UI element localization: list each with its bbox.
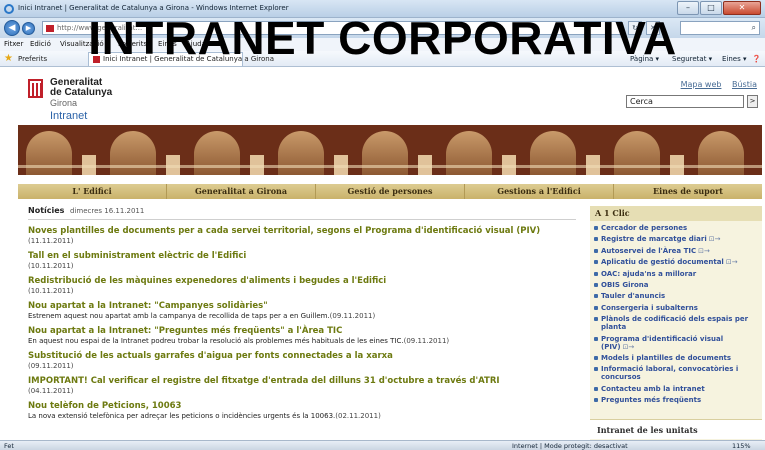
bullet-icon [594, 355, 598, 360]
logo-line-2: de Catalunya [50, 87, 113, 98]
quick-link[interactable]: Consergeria i subalterns [594, 304, 758, 312]
external-link-icon: ⊡→ [725, 258, 738, 267]
external-link-icon: ⊡→ [698, 246, 710, 255]
quick-links-heading: A 1 Clic [590, 206, 762, 221]
news-title[interactable]: Redistribució de les màquines expenedore… [28, 276, 576, 286]
logo-line-3: Girona [50, 98, 78, 108]
quick-link[interactable]: Plànols de codificació dels espais per p… [594, 315, 758, 331]
news-body: Estrenem aquest nou apartat amb la campa… [28, 312, 330, 320]
intranet-page: Generalitat de Catalunya Girona Intranet… [0, 67, 765, 440]
quick-link[interactable]: Cercador de persones [594, 224, 758, 232]
mailbox-link[interactable]: Bústia [732, 80, 757, 89]
quick-link[interactable]: Autoservei de l'Àrea TIC ⊡→ [594, 247, 758, 255]
bullet-icon [594, 237, 598, 242]
site-search-input[interactable]: Cerca [626, 95, 744, 108]
bullet-icon [594, 226, 598, 230]
news-title[interactable]: Tall en el subministrament elèctric de l… [28, 251, 576, 261]
quick-link[interactable]: Preguntes més freqüents [594, 396, 758, 404]
news-item: IMPORTANT! Cal verificar el registre del… [28, 376, 576, 395]
bullet-icon [594, 305, 598, 310]
window-title: Inici Intranet | Generalitat de Cataluny… [18, 4, 289, 12]
units-intranet-heading: Intranet de les unitats [590, 419, 762, 439]
bullet-icon [594, 282, 598, 287]
nav-eines-suport[interactable]: Eines de suport [614, 184, 762, 199]
quick-link[interactable]: OAC: ajuda'ns a millorar [594, 270, 758, 278]
bullet-icon [594, 386, 598, 391]
top-links: Mapa web Bústia [673, 80, 757, 89]
nav-gestio-persones[interactable]: Gestió de persones [316, 184, 465, 199]
external-link-icon: ⊡→ [622, 342, 635, 351]
news-title[interactable]: Nou apartat a la Intranet: "Preguntes mé… [28, 326, 576, 336]
news-section: Notícies dimecres 16.11.2011 Noves plant… [28, 206, 576, 420]
news-item: Nou apartat a la Intranet: "Preguntes mé… [28, 326, 576, 345]
divider [28, 219, 576, 220]
news-title[interactable]: Nou telèfon de Peticions, 10063 [28, 401, 576, 411]
news-item-date: (04.11.2011) [28, 387, 74, 395]
news-item: Redistribució de les màquines expenedore… [28, 276, 576, 295]
news-item-date: (09.11.2011) [28, 362, 74, 370]
zoom-level[interactable]: 115% [732, 441, 751, 450]
news-item: Noves plantilles de documents per a cada… [28, 226, 576, 245]
quick-link[interactable]: Models i plantilles de documents [594, 354, 758, 362]
logo-stripes-icon [28, 79, 43, 98]
bullet-icon [594, 398, 598, 403]
security-zone: Internet | Mode protegit: desactivat [512, 442, 628, 450]
quick-link[interactable]: Registre de marcatge diari ⊡→ [594, 235, 758, 243]
bullet-icon [594, 317, 598, 322]
news-title[interactable]: IMPORTANT! Cal verificar el registre del… [28, 376, 576, 386]
site-search-value: Cerca [630, 97, 653, 106]
bullet-icon [594, 248, 598, 253]
news-header: Notícies dimecres 16.11.2011 [28, 206, 576, 215]
quick-link[interactable]: Aplicatiu de gestió documental ⊡→ [594, 258, 758, 266]
status-bar: Fet Internet | Mode protegit: desactivat… [0, 440, 765, 450]
news-item-date: (09.11.2011) [329, 312, 376, 320]
news-item: Substitució de les actuals garrafes d'ai… [28, 351, 576, 370]
news-item-date: (10.11.2011) [28, 287, 74, 295]
news-item: Nou telèfon de Peticions, 10063 La nova … [28, 401, 576, 420]
nav-gestions-edifici[interactable]: Gestions a l'Edifici [465, 184, 614, 199]
news-title[interactable]: Noves plantilles de documents per a cada… [28, 226, 576, 236]
bullet-icon [594, 336, 598, 341]
quick-link[interactable]: Programa d'identificació visual (PIV) ⊡→ [594, 335, 758, 351]
external-link-icon: ⊡→ [708, 235, 721, 244]
quick-link[interactable]: Tauler d'anuncis [594, 292, 758, 300]
news-item-date: (09.11.2011) [403, 337, 450, 345]
news-item: Tall en el subministrament elèctric de l… [28, 251, 576, 270]
news-date: dimecres 16.11.2011 [69, 207, 145, 215]
bullet-icon [594, 260, 598, 265]
news-title[interactable]: Substitució de les actuals garrafes d'ai… [28, 351, 576, 361]
nav-generalitat-girona[interactable]: Generalitat a Girona [167, 184, 316, 199]
site-search-button[interactable]: > [747, 95, 758, 108]
building-banner [18, 125, 762, 175]
news-item-date: (10.11.2011) [28, 262, 74, 270]
news-item: Nou apartat a la Intranet: "Campanyes so… [28, 301, 576, 320]
bullet-icon [594, 294, 598, 299]
bullet-icon [594, 367, 598, 372]
quick-link[interactable]: OBIS Girona [594, 281, 758, 289]
quick-link[interactable]: Informació laboral, convocatòries i conc… [594, 365, 758, 381]
news-body: La nova extensió telefònica per adreçar … [28, 412, 336, 420]
news-title[interactable]: Nou apartat a la Intranet: "Campanyes so… [28, 301, 576, 311]
overlay-title: INTRANET CORPORATIVA [88, 12, 677, 64]
logo-line-4: Intranet [50, 110, 88, 122]
sitemap-link[interactable]: Mapa web [681, 80, 722, 89]
news-item-date: (02.11.2011) [335, 412, 381, 420]
quick-link[interactable]: Contacteu amb la intranet [594, 385, 758, 393]
news-item-date: (11.11.2011) [28, 237, 74, 245]
nav-edifici[interactable]: L' Edifici [18, 184, 167, 199]
news-body: En aquest nou espai de la Intranet podre… [28, 337, 404, 345]
quick-links-sidebar: A 1 Clic Cercador de persones Registre d… [590, 206, 762, 440]
news-heading: Notícies [28, 206, 65, 215]
main-nav: L' Edifici Generalitat a Girona Gestió d… [18, 184, 762, 199]
status-text: Fet [4, 442, 14, 450]
bullet-icon [594, 271, 598, 276]
